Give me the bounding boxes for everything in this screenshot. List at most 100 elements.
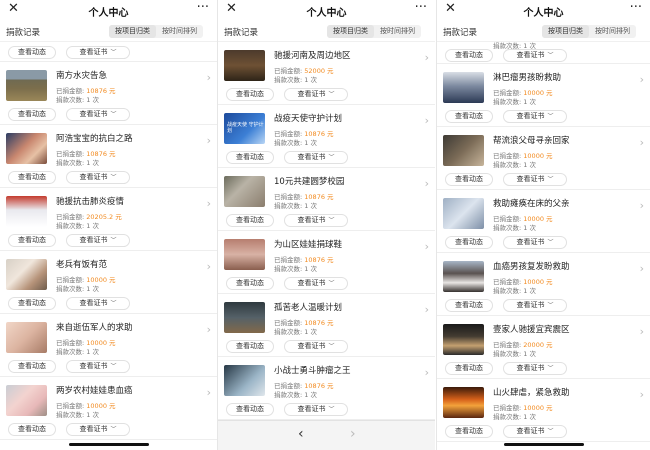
view-certificate-button[interactable]: 查看证书 ﹀ (284, 214, 348, 227)
donation-item[interactable]: 山火肆虐，紧急救助 已捐金额: 10000 元捐款次数: 1 次 › 查看动态 查看证书… (437, 379, 650, 442)
view-certificate-button[interactable]: 查看证书 ﹀ (66, 297, 130, 310)
view-updates-button[interactable]: 查看动态 (8, 360, 56, 373)
view-updates-button[interactable]: 查看动态 (226, 214, 274, 227)
chevron-right-icon[interactable]: › (640, 136, 644, 149)
project-thumbnail[interactable] (443, 324, 484, 355)
chevron-right-icon[interactable]: › (640, 262, 644, 275)
view-updates-button[interactable]: 查看动态 (445, 236, 493, 249)
tab-by-project[interactable]: 按项目归类 (109, 25, 156, 38)
project-name[interactable]: 驰援抗击肺炎疫情 (56, 195, 124, 207)
project-thumbnail[interactable] (6, 385, 47, 416)
view-updates-button[interactable]: 查看动态 (226, 403, 274, 416)
donation-item[interactable]: 孤苦老人温暖计划 已捐金额: 10876 元捐款次数: 1 次 › 查看动态 查看证书 ﹀ (218, 294, 435, 357)
project-name[interactable]: 壹家人驰援宜宾震区 (493, 323, 570, 335)
donation-item[interactable]: 帮流浪父母寻亲回家 已捐金额: 10000 元捐款次数: 1 次 › 查看动态 查看证书… (437, 127, 650, 190)
view-certificate-button[interactable]: 查看证书 ﹀ (503, 299, 567, 312)
project-name[interactable]: 淋巴瘤男孩盼救助 (493, 71, 561, 83)
donation-item[interactable]: 南方水灾告急 已捐金额: 10876 元捐款次数: 1 次 › 查看动态 查看证书 ﹀ (0, 62, 217, 125)
more-icon[interactable]: ··· (197, 0, 209, 15)
donation-item[interactable]: 老兵有饭有范 已捐金额: 10000 元捐款次数: 1 次 › 查看动态 查看证书 ﹀ (0, 251, 217, 314)
tab-by-project[interactable]: 按项目归类 (327, 25, 374, 38)
chevron-right-icon[interactable]: › (425, 51, 429, 64)
project-thumbnail[interactable] (443, 135, 484, 166)
back-arrow-icon[interactable]: ‹ (298, 426, 304, 442)
project-name[interactable]: 血癌男孩复发盼救助 (493, 260, 570, 272)
project-thumbnail[interactable] (224, 302, 265, 333)
chevron-right-icon[interactable]: › (207, 386, 211, 399)
project-thumbnail[interactable] (224, 365, 265, 396)
project-name[interactable]: 山火肆虐，紧急救助 (493, 386, 570, 398)
chevron-right-icon[interactable]: › (425, 303, 429, 316)
project-thumbnail[interactable] (443, 72, 484, 103)
project-thumbnail[interactable] (6, 322, 47, 353)
tab-by-time[interactable]: 按时间排列 (156, 25, 203, 38)
view-updates-button[interactable]: 查看动态 (8, 423, 56, 436)
chevron-right-icon[interactable]: › (425, 240, 429, 253)
donation-item[interactable]: 10元共建圆梦校园 已捐金额: 10876 元捐款次数: 1 次 › 查看动态 查看证书… (218, 168, 435, 231)
project-name[interactable]: 两岁农村娃娃患血癌 (56, 384, 133, 396)
project-name[interactable]: 小战士勇斗肿瘤之王 (274, 364, 351, 376)
project-name[interactable]: 孤苦老人温暖计划 (274, 301, 342, 313)
chevron-right-icon[interactable]: › (640, 388, 644, 401)
project-name[interactable]: 战疫天使守护计划 (274, 112, 342, 124)
view-certificate-button[interactable]: 查看证书 ﹀ (284, 88, 348, 101)
view-updates-button[interactable]: 查看动态 (445, 299, 493, 312)
chevron-right-icon[interactable]: › (207, 71, 211, 84)
view-updates-button[interactable]: 查看动态 (8, 46, 56, 59)
view-updates-button[interactable]: 查看动态 (445, 362, 493, 375)
view-updates-button[interactable]: 查看动态 (226, 88, 274, 101)
chevron-right-icon[interactable]: › (425, 114, 429, 127)
project-thumbnail[interactable]: 战疫天使 守护计划 (224, 113, 265, 144)
project-name[interactable]: 10元共建圆梦校园 (274, 175, 344, 187)
project-thumbnail[interactable] (6, 133, 47, 164)
donation-item[interactable]: 驰援抗击肺炎疫情 已捐金额: 20205.2 元捐款次数: 1 次 › 查看动态 查看证… (0, 188, 217, 251)
project-thumbnail[interactable] (6, 70, 47, 101)
chevron-right-icon[interactable]: › (640, 199, 644, 212)
view-certificate-button[interactable]: 查看证书 ﹀ (66, 171, 130, 184)
forward-arrow-icon[interactable]: › (350, 426, 356, 442)
more-icon[interactable]: ··· (415, 0, 427, 15)
view-certificate-button[interactable]: 查看证书 ﹀ (66, 108, 130, 121)
project-name[interactable]: 来自逝伍军人的求助 (56, 321, 133, 333)
donation-item[interactable]: 战疫天使 守护计划 战疫天使守护计划 已捐金额: 10876 元捐款次数: 1 次 ›… (218, 105, 435, 168)
tab-by-time[interactable]: 按时间排列 (374, 25, 421, 38)
tab-by-time[interactable]: 按时间排列 (589, 25, 636, 38)
donation-item[interactable]: 阿浩宝宝的抗白之路 已捐金额: 10876 元捐款次数: 1 次 › 查看动态 查看证书… (0, 125, 217, 188)
project-thumbnail[interactable] (443, 261, 484, 292)
donation-item[interactable]: 血癌男孩复发盼救助 已捐金额: 10000 元捐款次数: 1 次 › 查看动态 查看证书… (437, 253, 650, 316)
chevron-right-icon[interactable]: › (640, 325, 644, 338)
view-certificate-button[interactable]: 查看证书 ﹀ (284, 403, 348, 416)
view-updates-button[interactable]: 查看动态 (445, 173, 493, 186)
project-thumbnail[interactable] (443, 387, 484, 418)
view-certificate-button[interactable]: 查看证书 ﹀ (503, 110, 567, 123)
chevron-right-icon[interactable]: › (207, 260, 211, 273)
donation-item[interactable]: 救助瘫痪在床的父亲 已捐金额: 10000 元捐款次数: 1 次 › 查看动态 查看证书… (437, 190, 650, 253)
view-certificate-button[interactable]: 查看证书 ﹀ (503, 425, 567, 438)
view-updates-button[interactable]: 查看动态 (445, 425, 493, 438)
project-thumbnail[interactable] (443, 198, 484, 229)
project-name[interactable]: 帮流浪父母寻亲回家 (493, 134, 570, 146)
donation-item[interactable]: 驰援河南及周边地区 已捐金额: 52000 元捐款次数: 1 次 › 查看动态 查看证书… (218, 42, 435, 105)
project-name[interactable]: 驰援河南及周边地区 (274, 49, 351, 61)
project-name[interactable]: 为山区娃娃捐球鞋 (274, 238, 342, 250)
donation-item[interactable]: 来自逝伍军人的求助 已捐金额: 10000 元捐款次数: 1 次 › 查看动态 查看证书… (0, 314, 217, 377)
more-icon[interactable]: ··· (630, 0, 642, 15)
donation-item[interactable]: 壹家人驰援宜宾震区 已捐金额: 20000 元捐款次数: 1 次 › 查看动态 查看证书… (437, 316, 650, 379)
view-updates-button[interactable]: 查看动态 (8, 234, 56, 247)
chevron-right-icon[interactable]: › (207, 197, 211, 210)
donation-item[interactable]: 小战士勇斗肿瘤之王 已捐金额: 10876 元捐款次数: 1 次 › 查看动态 查看证书… (218, 357, 435, 420)
donation-item[interactable]: 两岁农村娃娃患血癌 已捐金额: 10000 元捐款次数: 1 次 › 查看动态 查看证书… (0, 377, 217, 440)
chevron-right-icon[interactable]: › (207, 323, 211, 336)
view-updates-button[interactable]: 查看动态 (8, 297, 56, 310)
view-updates-button[interactable]: 查看动态 (226, 277, 274, 290)
project-thumbnail[interactable] (224, 176, 265, 207)
view-certificate-button[interactable]: 查看证书 ﹀ (284, 340, 348, 353)
view-updates-button[interactable]: 查看动态 (226, 151, 274, 164)
view-certificate-button[interactable]: 查看证书 ﹀ (284, 151, 348, 164)
view-certificate-button[interactable]: 查看证书 ﹀ (66, 234, 130, 247)
view-updates-button[interactable]: 查看动态 (445, 110, 493, 123)
donation-item[interactable]: 淋巴瘤男孩盼救助 已捐金额: 10000 元捐款次数: 1 次 › 查看动态 查看证书 ﹀ (437, 64, 650, 127)
project-thumbnail[interactable] (6, 196, 47, 227)
view-certificate-button[interactable]: 查看证书 ﹀ (284, 277, 348, 290)
view-certificate-button[interactable]: 查看证书 ﹀ (66, 423, 130, 436)
